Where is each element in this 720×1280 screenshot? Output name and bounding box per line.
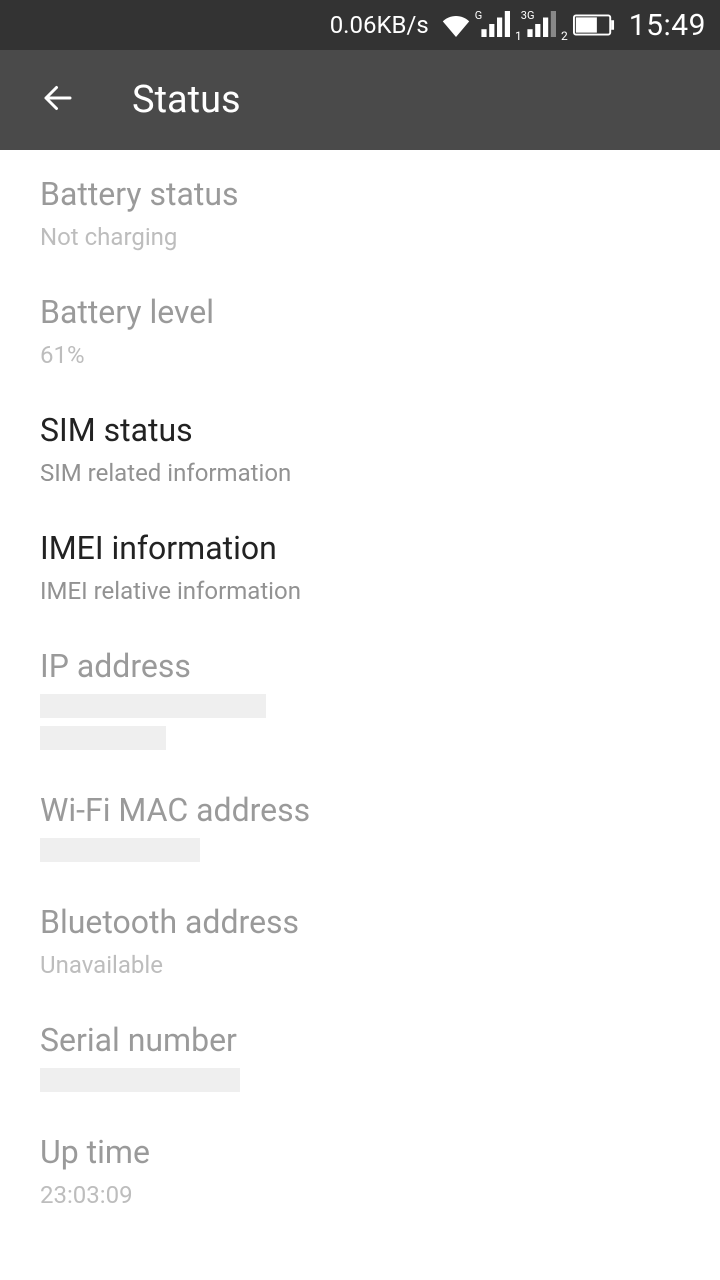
row-label: Serial number	[40, 1020, 680, 1060]
page-title: Status	[132, 78, 241, 122]
row-label: Wi-Fi MAC address	[40, 790, 680, 830]
status-row: Bluetooth address Unavailable	[0, 884, 720, 1002]
network-speed: 0.06KB/s	[330, 11, 429, 39]
row-label: IP address	[40, 646, 680, 686]
row-value	[40, 838, 680, 862]
redacted-block	[40, 838, 200, 862]
status-row: Up time 23:03:09	[0, 1114, 720, 1232]
row-value: SIM related information	[40, 458, 680, 488]
row-label: Battery level	[40, 292, 680, 332]
app-bar: Status	[0, 50, 720, 150]
row-label: Battery status	[40, 174, 680, 214]
row-value	[40, 694, 680, 750]
arrow-left-icon	[40, 80, 76, 120]
signal-sim1-icon: G 1	[481, 11, 517, 39]
battery-icon	[573, 14, 615, 36]
status-row[interactable]: IMEI information IMEI relative informatio…	[0, 510, 720, 628]
row-label: IMEI information	[40, 528, 680, 568]
status-row: IP address	[0, 628, 720, 772]
redacted-block	[40, 1068, 240, 1092]
row-value: Not charging	[40, 222, 680, 252]
status-list: Battery status Not charging Battery level 6…	[0, 150, 720, 1232]
row-value: IMEI relative information	[40, 576, 680, 606]
status-row: Wi-Fi MAC address	[0, 772, 720, 884]
status-row: Serial number	[0, 1002, 720, 1114]
status-row: Battery status Not charging	[0, 156, 720, 274]
row-label: Bluetooth address	[40, 902, 680, 942]
back-button[interactable]	[34, 76, 82, 124]
row-value: Unavailable	[40, 950, 680, 980]
row-label: SIM status	[40, 410, 680, 450]
row-value: 23:03:09	[40, 1180, 680, 1210]
clock: 15:49	[629, 8, 706, 43]
wifi-icon	[441, 13, 471, 37]
row-label: Up time	[40, 1132, 680, 1172]
status-row[interactable]: SIM status SIM related information	[0, 392, 720, 510]
row-value	[40, 1068, 680, 1092]
system-status-bar: 0.06KB/s G 1 3G 2 15:49	[0, 0, 720, 50]
status-row: Battery level 61%	[0, 274, 720, 392]
signal-sim2-icon: 3G 2	[527, 11, 563, 39]
redacted-block	[40, 726, 166, 750]
redacted-block	[40, 694, 266, 718]
row-value: 61%	[40, 340, 680, 370]
